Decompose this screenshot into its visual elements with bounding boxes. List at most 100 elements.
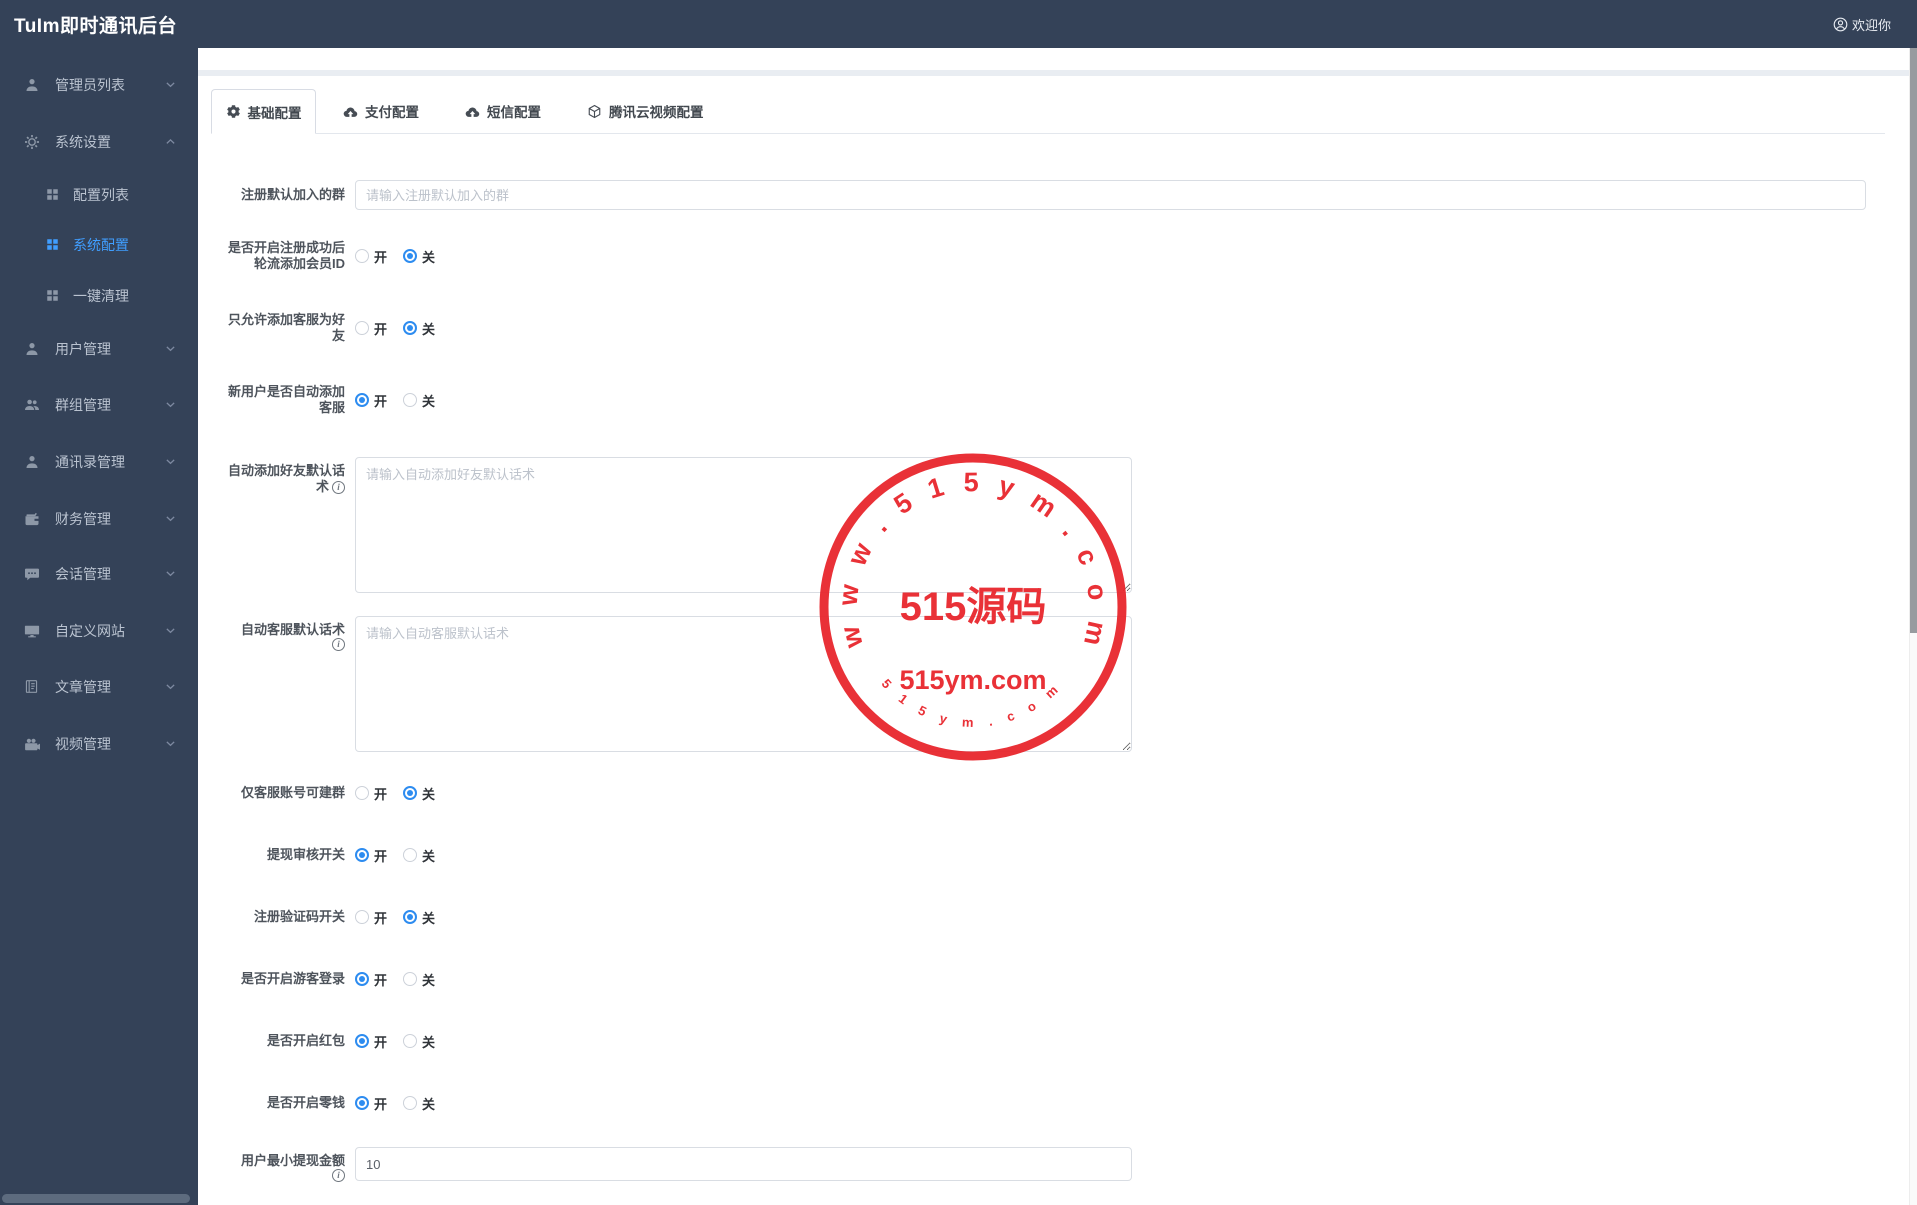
radio-guest-login-switch-off[interactable]: 关 <box>403 970 435 989</box>
input-default-join-group[interactable] <box>355 180 1866 210</box>
divider-band <box>198 70 1909 76</box>
sidebar-item-通讯录管理[interactable]: 通讯录管理 <box>0 442 198 482</box>
radio-guest-login-switch-on[interactable]: 开 <box>355 970 387 989</box>
sidebar-item-label: 文章管理 <box>55 679 111 695</box>
textarea-auto-service-words[interactable] <box>355 616 1132 752</box>
user-welcome[interactable]: 欢迎你 <box>1833 15 1891 34</box>
radio-label: 关 <box>422 910 436 926</box>
horizontal-scrollbar-track[interactable] <box>0 1192 198 1205</box>
sidebar-item-管理员列表[interactable]: 管理员列表 <box>0 65 198 105</box>
form-row-default-join-group: 注册默认加入的群 <box>198 180 1909 210</box>
radio-circle-icon <box>355 249 369 263</box>
form-row-only-add-service-as-friend: 只允许添加客服为好友 开关 <box>198 310 1909 346</box>
form-row-withdraw-audit-switch: 提现审核开关开关 <box>198 837 1909 873</box>
radio-group-change-money-switch: 开关 <box>355 1094 435 1112</box>
sidebar-item-label: 会话管理 <box>55 566 111 582</box>
radio-register-rotate-add-member-on[interactable]: 开 <box>355 247 387 266</box>
sidebar-item-群组管理[interactable]: 群组管理 <box>0 385 198 425</box>
tab-短信配置[interactable]: 短信配置 <box>465 89 541 133</box>
video-icon <box>24 736 40 752</box>
radio-withdraw-audit-switch-off[interactable]: 关 <box>403 846 435 865</box>
form-row-guest-login-switch: 是否开启游客登录开关 <box>198 961 1909 997</box>
radio-red-packet-switch-on[interactable]: 开 <box>355 1032 387 1051</box>
radio-red-packet-switch-off[interactable]: 关 <box>403 1032 435 1051</box>
field-label: 是否开启游客登录 <box>240 971 345 986</box>
vertical-scrollbar-track[interactable] <box>1909 48 1917 1205</box>
radio-only-add-service-as-friend-off[interactable]: 关 <box>403 319 435 338</box>
sidebar-item-会话管理[interactable]: 会话管理 <box>0 554 198 594</box>
radio-circle-icon <box>403 1034 418 1048</box>
sidebar-item-label: 用户管理 <box>55 341 111 357</box>
radio-label: 开 <box>374 321 388 337</box>
field-label: 自动客服默认话术 i <box>240 622 345 651</box>
sidebar-item-label: 配置列表 <box>73 187 129 203</box>
gear-solid-icon <box>226 104 241 119</box>
radio-group-register-rotate-add-member: 开关 <box>355 247 435 265</box>
sidebar-item-财务管理[interactable]: 财务管理 <box>0 499 198 539</box>
radio-new-user-auto-add-service-on[interactable]: 开 <box>355 391 387 410</box>
sidebar-item-系统设置[interactable]: 系统设置 <box>0 122 198 162</box>
chevron-down-icon <box>164 737 178 751</box>
sidebar-item-label: 通讯录管理 <box>55 454 125 470</box>
radio-only-service-create-group-off[interactable]: 关 <box>403 784 435 803</box>
sidebar-item-配置列表[interactable]: 配置列表 <box>0 175 198 215</box>
field-label: 只允许添加客服为好友 <box>227 312 345 343</box>
field-label: 新用户是否自动添加 客服 <box>227 384 345 415</box>
tab-支付配置[interactable]: 支付配置 <box>343 89 419 133</box>
info-icon[interactable]: i <box>332 638 345 651</box>
info-icon[interactable]: i <box>332 480 345 494</box>
sidebar-item-label: 管理员列表 <box>55 77 125 93</box>
radio-register-captcha-switch-on[interactable]: 开 <box>355 908 387 927</box>
radio-circle-icon <box>403 910 418 924</box>
radio-withdraw-audit-switch-on[interactable]: 开 <box>355 846 387 865</box>
field-label: 是否开启注册成功后 轮流添加会员ID <box>227 240 345 271</box>
radio-new-user-auto-add-service-off[interactable]: 关 <box>403 391 435 410</box>
radio-group-red-packet-switch: 开关 <box>355 1032 435 1050</box>
radio-group-new-user-auto-add-service: 开关 <box>355 391 435 409</box>
radio-only-service-create-group-on[interactable]: 开 <box>355 784 387 803</box>
chevron-down-icon <box>164 455 178 469</box>
radio-label: 关 <box>422 972 436 988</box>
sidebar-item-label: 视频管理 <box>55 736 111 752</box>
radio-register-captcha-switch-off[interactable]: 关 <box>403 908 435 927</box>
contact-icon <box>24 454 40 470</box>
radio-circle-icon <box>355 786 369 800</box>
cloud-upload-icon <box>465 104 480 119</box>
radio-register-rotate-add-member-off[interactable]: 关 <box>403 247 435 266</box>
horizontal-scrollbar-thumb[interactable] <box>2 1194 190 1203</box>
gear-icon <box>24 134 40 150</box>
chevron-down-icon <box>164 342 178 356</box>
top-navbar: TuIm即时通讯后台 欢迎你 <box>0 0 1917 48</box>
form-row-auto-service-words: 自动客服默认话术 i <box>198 616 1909 752</box>
tab-基础配置[interactable]: 基础配置 <box>211 89 316 134</box>
radio-label: 开 <box>374 249 388 265</box>
field-label: 自动添加好友默认话术 i <box>227 463 345 494</box>
chat-icon <box>24 566 40 582</box>
users-icon <box>24 397 40 413</box>
radio-change-money-switch-on[interactable]: 开 <box>355 1094 387 1113</box>
grid-icon <box>45 288 61 304</box>
sidebar-item-自定义网站[interactable]: 自定义网站 <box>0 611 198 651</box>
textarea-auto-add-friend-words[interactable] <box>355 457 1132 593</box>
sidebar-item-系统配置[interactable]: 系统配置 <box>0 225 198 265</box>
wallet-icon <box>24 511 40 527</box>
input-min-withdraw-amount[interactable] <box>355 1147 1132 1181</box>
radio-group-guest-login-switch: 开关 <box>355 970 435 988</box>
sidebar-item-用户管理[interactable]: 用户管理 <box>0 329 198 369</box>
radio-only-add-service-as-friend-on[interactable]: 开 <box>355 319 387 338</box>
field-label: 注册验证码开关 <box>253 909 345 924</box>
tab-腾讯云视频配置[interactable]: 腾讯云视频配置 <box>587 89 704 133</box>
info-icon[interactable]: i <box>332 1169 345 1182</box>
sidebar-item-label: 自定义网站 <box>55 623 125 639</box>
radio-circle-icon <box>403 249 418 263</box>
radio-circle-icon <box>355 1096 369 1110</box>
radio-change-money-switch-off[interactable]: 关 <box>403 1094 435 1113</box>
radio-circle-icon <box>403 972 418 986</box>
radio-label: 关 <box>422 249 436 265</box>
vertical-scrollbar-thumb[interactable] <box>1910 48 1917 633</box>
sidebar-item-label: 群组管理 <box>55 397 111 413</box>
cube-icon <box>587 104 602 119</box>
sidebar-item-一键清理[interactable]: 一键清理 <box>0 276 198 316</box>
sidebar-item-文章管理[interactable]: 文章管理 <box>0 667 198 707</box>
sidebar-item-视频管理[interactable]: 视频管理 <box>0 724 198 764</box>
